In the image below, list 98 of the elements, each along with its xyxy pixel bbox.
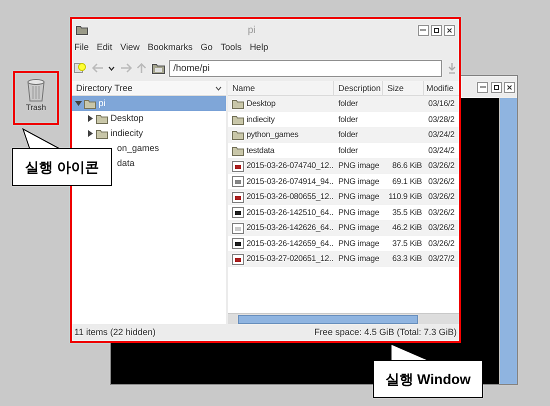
image-file-icon xyxy=(232,238,244,249)
menu-item[interactable]: Go xyxy=(200,41,213,57)
minimize-icon xyxy=(420,29,426,31)
file-name[interactable]: 2015-03-26-142626_64... xyxy=(246,220,334,236)
folder-icon xyxy=(76,25,88,35)
folder-icon xyxy=(96,114,108,124)
collapsed-arrow-icon[interactable] xyxy=(87,115,94,122)
chevron-icon xyxy=(215,86,222,91)
menu-item[interactable]: File xyxy=(74,41,89,57)
folder-icon xyxy=(232,99,244,109)
file-name[interactable]: python_games xyxy=(246,127,298,143)
icon-label: Trash xyxy=(26,102,46,114)
file-description: PNG image xyxy=(337,176,380,188)
file-modified: 03/26/2 xyxy=(427,160,456,172)
tree-item[interactable]: indiecity xyxy=(110,126,144,142)
file-description: PNG image xyxy=(337,160,380,172)
file-modified: 03/26/2 xyxy=(427,191,456,204)
window-maximize-button[interactable] xyxy=(430,24,442,36)
column-header[interactable]: Name xyxy=(228,81,334,96)
file-modified: 03/26/2 xyxy=(427,176,456,188)
file-modified: 03/24/2 xyxy=(427,129,456,142)
window-maximize-button[interactable] xyxy=(490,82,502,92)
file-description: PNG image xyxy=(337,191,380,204)
file-name[interactable]: 2015-03-26-074740_12... xyxy=(246,158,334,174)
file-modified: 03/26/2 xyxy=(427,222,456,234)
file-size: 69.1 KiB xyxy=(391,176,423,188)
menu-item[interactable]: Bookmarks xyxy=(148,41,193,57)
column-header[interactable]: Modifie xyxy=(424,81,459,96)
tree-item[interactable]: on_games xyxy=(117,141,160,156)
collapsed-arrow-icon[interactable] xyxy=(87,130,94,138)
file-description: PNG image xyxy=(337,253,380,266)
image-file-icon xyxy=(232,254,244,264)
file-name[interactable]: testdata xyxy=(246,142,274,158)
folder-icon xyxy=(96,128,108,139)
file-description: PNG image xyxy=(337,206,380,219)
desktop-icon[interactable]: Trash xyxy=(13,71,59,125)
file-size: 37.5 KiB xyxy=(391,238,423,250)
close-icon xyxy=(445,26,454,34)
window-minimize-button[interactable] xyxy=(418,24,428,36)
file-name[interactable]: indiecity xyxy=(246,112,275,128)
expanded-arrow-icon[interactable] xyxy=(75,100,82,108)
caret-icon[interactable] xyxy=(108,66,116,70)
file-description: folder xyxy=(337,129,359,142)
file-modified: 03/26/2 xyxy=(427,238,456,250)
status-text: Free space: 4.5 GiB (Total: 7.3 GiB) xyxy=(314,326,457,339)
image-file-icon xyxy=(232,176,244,187)
new-tab-icon[interactable] xyxy=(74,62,88,74)
file-modified: 03/24/2 xyxy=(427,144,456,157)
home-folder-icon[interactable] xyxy=(152,62,165,74)
file-description: folder xyxy=(337,144,359,157)
column-header[interactable]: Description xyxy=(334,81,384,96)
menu-item[interactable]: View xyxy=(120,41,140,57)
folder-icon xyxy=(232,130,244,140)
file-description: PNG image xyxy=(337,222,380,234)
file-modified: 03/26/2 xyxy=(427,206,456,219)
pane-header: Directory Tree xyxy=(76,82,133,95)
file-name[interactable]: 2015-03-26-074914_94... xyxy=(246,174,334,190)
file-size: 63.3 KiB xyxy=(391,253,423,266)
tree-item[interactable]: Desktop xyxy=(110,111,144,126)
maximize-icon xyxy=(432,26,441,34)
file-description: folder xyxy=(337,98,359,110)
file-size: 110.9 KiB xyxy=(387,191,423,204)
file-name[interactable]: 2015-03-27-020651_12... xyxy=(246,251,334,267)
column-header[interactable]: Size xyxy=(383,81,424,96)
file-name[interactable]: 2015-03-26-142659_64... xyxy=(246,236,334,252)
image-file-icon xyxy=(232,160,244,172)
image-file-icon xyxy=(232,222,244,234)
close-icon xyxy=(504,82,514,92)
folder-icon xyxy=(232,146,244,156)
maximize-icon xyxy=(492,82,500,92)
folder-icon xyxy=(84,98,96,109)
file-modified: 03/27/2 xyxy=(427,253,456,266)
file-description: PNG image xyxy=(337,238,380,250)
menu-item[interactable]: Tools xyxy=(220,41,242,57)
address-field[interactable]: /home/pi xyxy=(169,60,442,76)
file-name[interactable]: 2015-03-26-080655_12... xyxy=(246,189,334,205)
status-text: 11 items (22 hidden) xyxy=(74,326,156,339)
image-file-icon xyxy=(232,207,244,218)
file-size: 35.5 KiB xyxy=(391,206,423,219)
trash-icon xyxy=(26,78,46,102)
file-name[interactable]: 2015-03-26-142510_64... xyxy=(246,204,334,220)
image-file-icon xyxy=(232,192,244,202)
minimize-icon xyxy=(480,86,486,88)
scrollbar-thumb[interactable] xyxy=(238,314,418,324)
tree-item[interactable]: data xyxy=(117,156,135,172)
window-close-button[interactable] xyxy=(504,82,515,92)
window-minimize-button[interactable] xyxy=(477,82,488,92)
file-modified: 03/28/2 xyxy=(427,114,456,126)
file-name[interactable]: Desktop xyxy=(246,96,276,112)
folder-icon xyxy=(232,114,244,124)
window-close-button[interactable] xyxy=(444,24,455,36)
window-title: pi xyxy=(246,24,257,38)
file-description: folder xyxy=(337,114,359,126)
file-size: 46.2 KiB xyxy=(391,222,423,234)
menu-item[interactable]: Help xyxy=(250,41,268,57)
file-size: 86.6 KiB xyxy=(391,160,423,172)
file-modified: 03/16/2 xyxy=(427,98,456,110)
menu-item[interactable]: Edit xyxy=(96,41,112,57)
